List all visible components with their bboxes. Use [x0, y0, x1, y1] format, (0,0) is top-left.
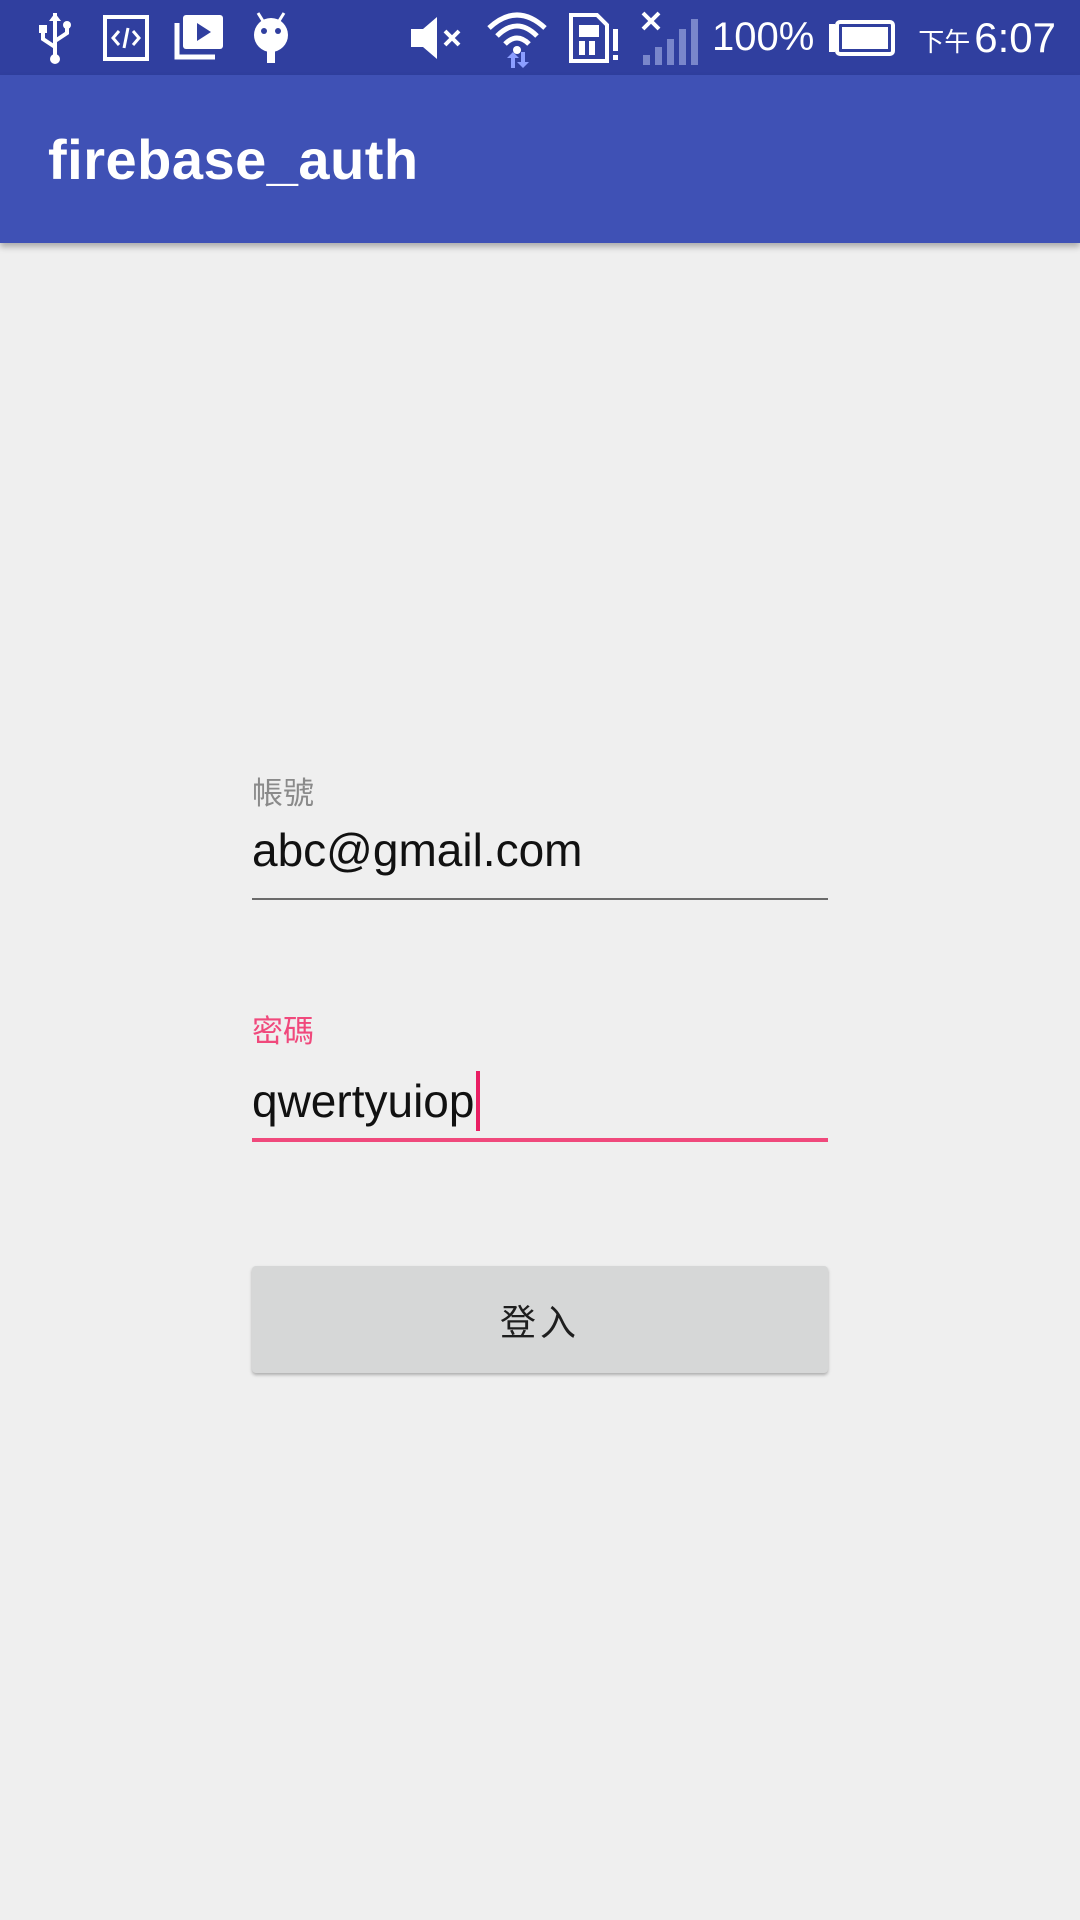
password-field[interactable]: 密碼 qwertyuiop [252, 998, 828, 1148]
sim-card-alert-icon [566, 0, 622, 75]
battery-icon [826, 0, 896, 75]
android-debug-icon [246, 0, 296, 75]
email-underline [252, 898, 828, 900]
media-notification-icon [170, 0, 226, 75]
usb-icon [30, 0, 80, 75]
no-signal-icon [636, 0, 700, 75]
battery-percent: 100% [712, 15, 815, 59]
email-label: 帳號 [252, 776, 314, 812]
email-field[interactable]: 帳號 abc@gmail.com [252, 760, 828, 910]
app-title: firebase_auth [48, 127, 419, 191]
status-bar: 100% 下午 6:07 [0, 0, 1080, 75]
clock-ampm: 下午 [918, 28, 971, 58]
password-label: 密碼 [252, 1014, 314, 1050]
password-value: qwertyuiop [252, 1075, 475, 1127]
clock-time: 6:07 [974, 13, 1056, 61]
clock: 下午 6:07 [918, 0, 1056, 75]
login-button[interactable]: 登入 [252, 1266, 828, 1373]
volume-muted-icon [406, 0, 468, 75]
password-input[interactable]: qwertyuiop [252, 1071, 481, 1131]
email-input[interactable]: abc@gmail.com [252, 820, 582, 880]
developer-mode-icon [100, 0, 152, 75]
app-bar: firebase_auth [0, 75, 1080, 243]
wifi-icon [484, 0, 550, 75]
password-underline [252, 1138, 828, 1142]
text-cursor [476, 1071, 481, 1131]
